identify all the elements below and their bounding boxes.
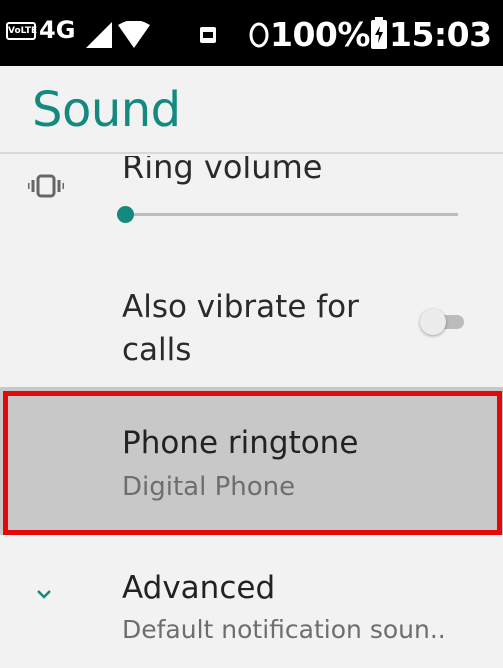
advanced-setting[interactable]: Advanced Default notification soun.. — [0, 546, 503, 668]
page-title: Sound — [32, 82, 181, 138]
status-bar: VoLTE 4G 100% 15:03 — [0, 0, 503, 66]
battery-percent: 100% — [270, 15, 370, 54]
alarm-icon — [249, 22, 269, 48]
ring-volume-slider-track[interactable] — [125, 213, 458, 216]
advanced-summary: Default notification soun.. — [122, 615, 446, 644]
also-vibrate-setting[interactable]: Also vibrate for calls — [0, 274, 503, 384]
selection-highlight — [3, 391, 502, 535]
chevron-down-icon — [37, 590, 51, 599]
notification-icon — [200, 27, 216, 43]
wifi-icon — [118, 21, 150, 48]
toggle-thumb — [420, 309, 446, 335]
also-vibrate-toggle[interactable] — [420, 309, 466, 335]
ring-volume-setting: Ring volume — [0, 156, 503, 256]
battery-icon — [371, 17, 387, 49]
settings-list[interactable]: Ring volume Also vibrate for calls Phone… — [0, 156, 503, 668]
app-header: Sound — [0, 66, 503, 154]
vibrate-icon — [28, 174, 64, 198]
network-type: 4G — [39, 16, 76, 44]
ring-volume-slider-thumb[interactable] — [117, 206, 134, 223]
also-vibrate-label: Also vibrate for calls — [122, 289, 359, 368]
signal-icon — [86, 22, 112, 48]
ring-volume-label: Ring volume — [122, 156, 323, 186]
volte-icon: VoLTE — [6, 22, 37, 40]
clock: 15:03 — [389, 15, 492, 54]
advanced-label: Advanced — [122, 570, 276, 606]
